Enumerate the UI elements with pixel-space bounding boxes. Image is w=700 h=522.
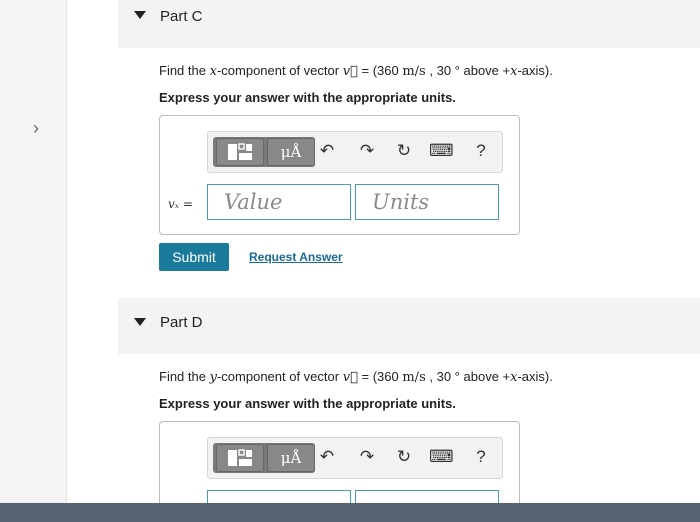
part-c-answer-box: μÅ ↶ ↷ ↻ ⌨ ? vₓ = Value Units (159, 115, 520, 235)
caret-down-icon[interactable] (134, 318, 146, 326)
value-input[interactable]: Value (207, 184, 351, 220)
undo-icon[interactable]: ↶ (316, 141, 338, 161)
part-d-answer-box: μÅ ↶ ↷ ↻ ⌨ ? (159, 421, 520, 512)
caret-down-icon[interactable] (134, 11, 146, 19)
undo-icon[interactable]: ↶ (316, 447, 338, 467)
reset-icon[interactable]: ↻ (393, 141, 415, 161)
part-c-title: Part C (160, 8, 203, 25)
help-icon[interactable]: ? (470, 447, 492, 467)
request-answer-link[interactable]: Request Answer (249, 250, 343, 264)
part-d-header[interactable]: Part D (118, 298, 700, 354)
chevron-right-icon[interactable]: › (33, 118, 39, 139)
units-icon: μÅ (280, 143, 302, 161)
submit-button[interactable]: Submit (159, 243, 229, 271)
bottom-bar (0, 503, 700, 522)
math-toolbar: μÅ ↶ ↷ ↻ ⌨ ? (207, 131, 503, 173)
reset-icon[interactable]: ↻ (393, 447, 415, 467)
part-d-question: Find the y-component of vector v⃗ = (360… (159, 369, 553, 385)
math-toolbar: μÅ ↶ ↷ ↻ ⌨ ? (207, 437, 503, 479)
units-button[interactable]: μÅ (267, 138, 315, 166)
templates-button[interactable] (216, 138, 264, 166)
toolbar-button-group: μÅ (213, 137, 315, 167)
left-rail: › (0, 0, 67, 503)
help-icon[interactable]: ? (470, 141, 492, 161)
redo-icon[interactable]: ↷ (356, 141, 378, 161)
templates-icon (228, 143, 252, 160)
part-d-instruction: Express your answer with the appropriate… (159, 396, 456, 411)
units-input[interactable]: Units (355, 184, 499, 220)
keyboard-icon[interactable]: ⌨ (429, 141, 454, 161)
part-d-title: Part D (160, 314, 203, 331)
templates-button[interactable] (216, 444, 264, 472)
redo-icon[interactable]: ↷ (356, 447, 378, 467)
part-c-instruction: Express your answer with the appropriate… (159, 90, 456, 105)
variable-label: vₓ = (168, 197, 193, 211)
templates-icon (228, 449, 252, 466)
units-button[interactable]: μÅ (267, 444, 315, 472)
part-c-header[interactable]: Part C (118, 0, 700, 48)
part-c-question: Find the x-component of vector v⃗ = (360… (159, 63, 553, 79)
toolbar-button-group: μÅ (213, 443, 315, 473)
units-icon: μÅ (280, 449, 302, 467)
keyboard-icon[interactable]: ⌨ (429, 447, 454, 467)
